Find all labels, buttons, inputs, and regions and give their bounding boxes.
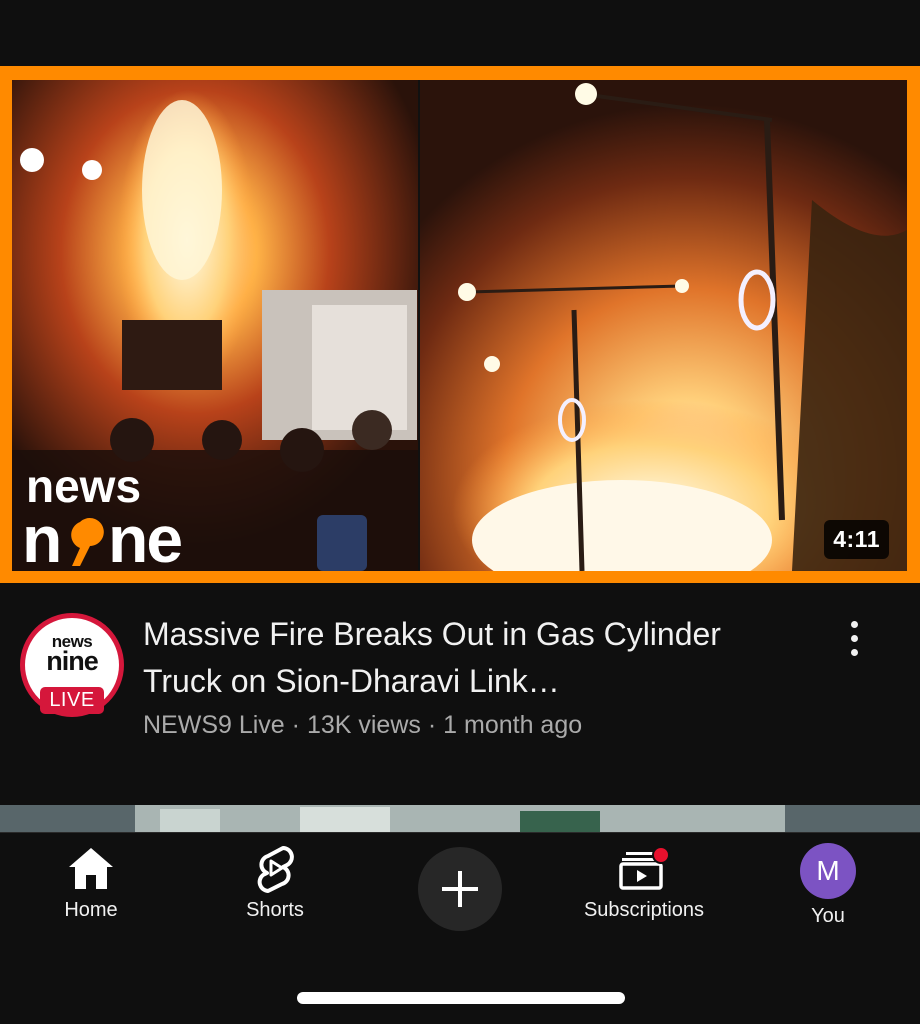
home-icon: [69, 848, 113, 889]
upload-age: 1 month ago: [443, 711, 583, 739]
home-indicator-bar[interactable]: [297, 992, 625, 1004]
view-count: 13K views: [306, 711, 421, 739]
subscriptions-icon: [619, 846, 670, 890]
video-meta-row[interactable]: news nine LIVE Massive Fire Breaks Out i…: [0, 583, 920, 805]
video-duration-badge: 4:11: [824, 520, 889, 559]
nav-you-label: You: [811, 905, 845, 927]
nav-subscriptions-label: Subscriptions: [583, 899, 705, 921]
nav-subscriptions[interactable]: Subscriptions: [566, 843, 722, 922]
avatar-nine-text: nine: [46, 646, 99, 676]
user-avatar: M: [800, 843, 856, 899]
nav-shorts[interactable]: Shorts: [230, 843, 320, 922]
video-subline: NEWS9 Live · 13K views · 1 month ago: [143, 711, 582, 740]
live-badge: LIVE: [40, 687, 104, 714]
plus-icon: [442, 871, 478, 907]
create-button[interactable]: [418, 847, 502, 931]
nav-home-label: Home: [64, 899, 118, 921]
video-thumbnail-frame[interactable]: news n ne 4:11: [0, 66, 920, 583]
more-options-icon[interactable]: [838, 621, 870, 665]
channel-avatar[interactable]: news nine LIVE: [20, 613, 124, 717]
nav-home[interactable]: Home: [48, 843, 134, 922]
svg-text:n: n: [22, 502, 60, 571]
previous-item-remnant: [0, 0, 920, 66]
channel-name[interactable]: NEWS9 Live: [143, 711, 285, 739]
nav-shorts-label: Shorts: [246, 899, 304, 921]
video-title[interactable]: Massive Fire Breaks Out in Gas Cylinder …: [143, 611, 793, 705]
video-thumbnail[interactable]: news n ne 4:11: [12, 80, 907, 571]
next-video-thumbnail-peek[interactable]: [0, 805, 920, 832]
separator-dot: ·: [427, 711, 437, 739]
separator-dot: ·: [291, 711, 300, 739]
next-thumbnail-image: [0, 805, 920, 832]
notification-dot: [652, 846, 670, 864]
shorts-icon: [257, 846, 294, 893]
nav-you[interactable]: M You: [790, 843, 866, 928]
news-nine-watermark-logo: news n ne: [22, 462, 183, 571]
svg-text:ne: ne: [108, 502, 181, 571]
